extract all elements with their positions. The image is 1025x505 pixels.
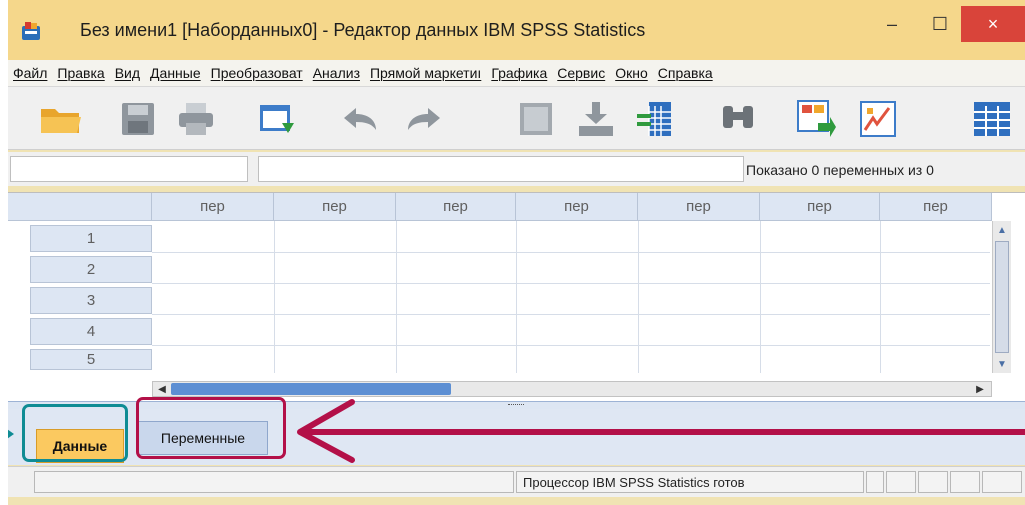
status-cell bbox=[866, 471, 884, 493]
crimson-pointer-arrow bbox=[297, 399, 1025, 463]
variables-tab-highlight bbox=[136, 397, 286, 459]
grid-line bbox=[152, 252, 990, 253]
title-bar: Без имени1 [Наборданных0] - Редактор дан… bbox=[8, 0, 1025, 60]
data-grid[interactable]: пер пер пер пер пер пер пер 1 2 3 4 5 ▲ … bbox=[8, 192, 1025, 401]
scroll-right-icon[interactable]: ▶ bbox=[973, 382, 987, 396]
data-tab-highlight bbox=[22, 404, 128, 462]
column-header[interactable]: пер bbox=[516, 193, 638, 221]
status-cell bbox=[886, 471, 916, 493]
split-file-icon[interactable] bbox=[794, 97, 838, 141]
column-header[interactable]: пер bbox=[274, 193, 396, 221]
horizontal-scrollbar[interactable]: ◀ ▶ bbox=[152, 381, 992, 397]
status-cell bbox=[918, 471, 948, 493]
menu-edit[interactable]: Правка bbox=[52, 65, 109, 81]
scroll-down-icon[interactable]: ▼ bbox=[995, 357, 1009, 371]
vertical-scroll-thumb[interactable] bbox=[995, 241, 1009, 353]
value-labels-icon[interactable] bbox=[970, 97, 1014, 141]
row-header[interactable]: 5 bbox=[30, 349, 152, 370]
status-cell bbox=[982, 471, 1022, 493]
menu-graphs[interactable]: Графика bbox=[486, 65, 552, 81]
column-header[interactable]: пер bbox=[638, 193, 760, 221]
column-header[interactable]: пер bbox=[396, 193, 516, 221]
column-header[interactable]: пер bbox=[760, 193, 880, 221]
spss-app-icon[interactable] bbox=[20, 20, 42, 42]
menu-utilities[interactable]: Сервис bbox=[552, 65, 610, 81]
minimize-button[interactable]: – bbox=[872, 6, 912, 42]
column-header[interactable]: пер bbox=[152, 193, 274, 221]
menu-view[interactable]: Вид bbox=[110, 65, 145, 81]
grid-line bbox=[152, 345, 990, 346]
maximize-button[interactable]: ☐ bbox=[920, 6, 960, 42]
status-cell bbox=[34, 471, 514, 493]
menu-window[interactable]: Окно bbox=[610, 65, 653, 81]
row-header[interactable]: 2 bbox=[30, 256, 152, 283]
processor-status: Процессор IBM SPSS Statistics готов bbox=[516, 471, 864, 493]
cell-info-bar: Показано 0 переменных из 0 bbox=[8, 152, 1025, 186]
insert-variable-icon[interactable] bbox=[632, 97, 676, 141]
weight-cases-icon[interactable] bbox=[856, 97, 900, 141]
grid-line bbox=[516, 221, 517, 373]
grid-line bbox=[152, 314, 990, 315]
close-button[interactable]: × bbox=[961, 6, 1025, 42]
grid-line bbox=[760, 221, 761, 373]
column-header[interactable]: пер bbox=[880, 193, 992, 221]
variables-shown-label: Показано 0 переменных из 0 bbox=[746, 162, 934, 178]
grid-line bbox=[274, 221, 275, 373]
menu-analyze[interactable]: Анализ bbox=[308, 65, 365, 81]
status-cell bbox=[950, 471, 980, 493]
menu-direct-marketing[interactable]: Прямой маркетиı bbox=[365, 65, 486, 81]
open-folder-icon[interactable] bbox=[38, 97, 82, 141]
redo-icon[interactable] bbox=[402, 97, 446, 141]
grid-line bbox=[152, 283, 990, 284]
goto-case-icon[interactable] bbox=[514, 97, 558, 141]
spss-data-editor-window: Без имени1 [Наборданных0] - Редактор дан… bbox=[8, 0, 1025, 505]
scroll-left-icon[interactable]: ◀ bbox=[155, 382, 169, 396]
insert-case-icon[interactable] bbox=[574, 97, 618, 141]
toolbar bbox=[8, 87, 1025, 150]
scroll-up-icon[interactable]: ▲ bbox=[995, 223, 1009, 237]
status-bar: Процессор IBM SPSS Statistics готов bbox=[8, 466, 1025, 497]
horizontal-scroll-thumb[interactable] bbox=[171, 383, 451, 395]
cell-value-field[interactable] bbox=[258, 156, 744, 182]
row-header[interactable]: 4 bbox=[30, 318, 152, 345]
row-header[interactable]: 1 bbox=[30, 225, 152, 252]
print-icon[interactable] bbox=[174, 97, 218, 141]
row-header[interactable]: 3 bbox=[30, 287, 152, 314]
window-title: Без имени1 [Наборданных0] - Редактор дан… bbox=[80, 20, 646, 40]
undo-icon[interactable] bbox=[338, 97, 382, 141]
vertical-scrollbar[interactable]: ▲ ▼ bbox=[992, 221, 1011, 373]
menu-bar: Файл Правка Вид Данные Преобразоват Анал… bbox=[8, 60, 1025, 87]
teal-pointer-arrow bbox=[8, 424, 14, 444]
menu-help[interactable]: Справка bbox=[653, 65, 718, 81]
cell-reference-field[interactable] bbox=[10, 156, 248, 182]
dialog-recall-icon[interactable] bbox=[256, 97, 300, 141]
find-icon[interactable] bbox=[716, 97, 760, 141]
menu-file[interactable]: Файл bbox=[8, 65, 52, 81]
grid-line bbox=[638, 221, 639, 373]
grid-line bbox=[880, 221, 881, 373]
grid-corner[interactable] bbox=[8, 193, 152, 221]
menu-data[interactable]: Данные bbox=[145, 65, 206, 81]
menu-transform[interactable]: Преобразоват bbox=[206, 65, 308, 81]
grid-line bbox=[396, 221, 397, 373]
save-icon[interactable] bbox=[116, 97, 160, 141]
